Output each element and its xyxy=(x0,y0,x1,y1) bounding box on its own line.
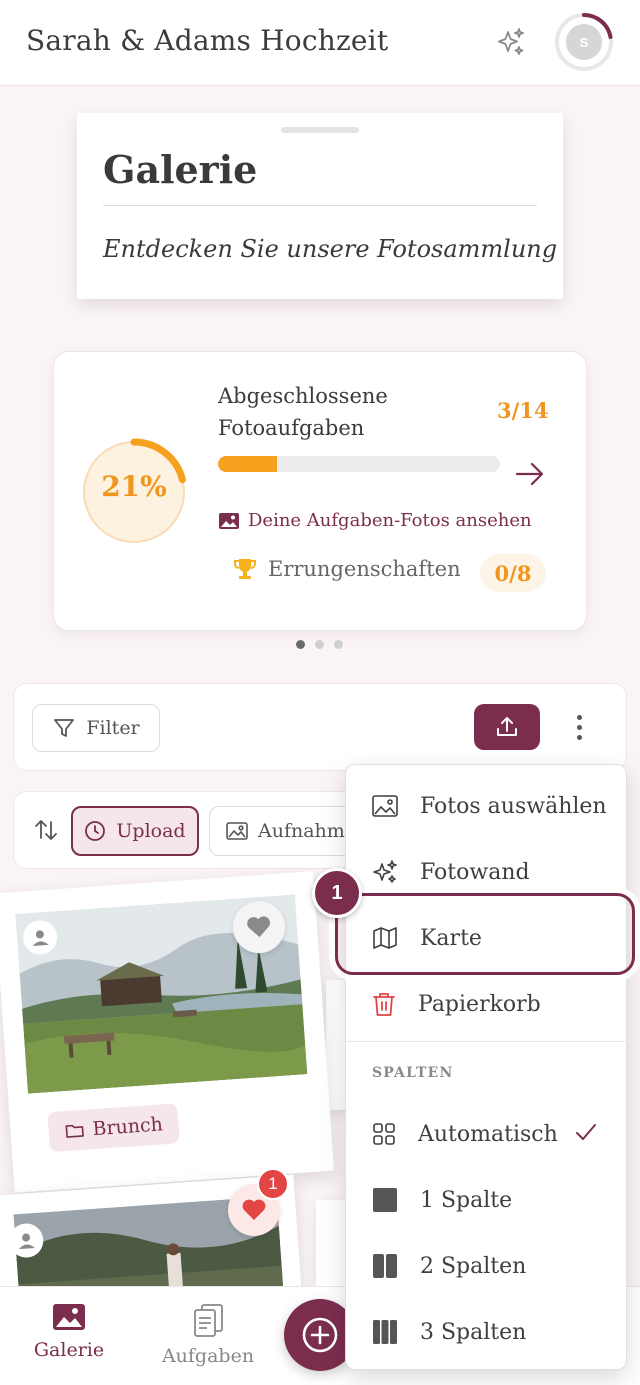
page-title: Galerie xyxy=(103,147,258,192)
upload-icon xyxy=(497,717,517,736)
image-icon xyxy=(219,512,239,529)
nav-tasks-label: Aufgaben xyxy=(161,1345,255,1367)
page-subtitle: Entdecken Sie unsere Fotosammlung xyxy=(103,235,558,263)
user-icon xyxy=(18,1233,35,1250)
carousel-dot[interactable] xyxy=(296,640,305,649)
view-link-label: Deine Aufgaben-Fotos ansehen xyxy=(248,510,532,531)
achievements-label: Errungenschaften xyxy=(268,557,461,581)
sort-capture-label: Aufnahme xyxy=(258,820,357,842)
avatar[interactable]: S xyxy=(564,22,604,62)
sort-icon[interactable] xyxy=(32,816,60,844)
sparkle-icon[interactable] xyxy=(494,26,528,60)
grid-icon xyxy=(373,1123,395,1145)
nav-gallery-label: Galerie xyxy=(33,1339,105,1361)
gallery-header-card: Galerie Entdecken Sie unsere Fotosammlun… xyxy=(77,113,563,299)
carousel-dot[interactable] xyxy=(334,640,343,649)
check-icon xyxy=(576,1124,596,1140)
menu-item-label: 1 Spalte xyxy=(420,1187,513,1213)
tutorial-highlight xyxy=(335,893,635,975)
tasks-count: 3/14 xyxy=(497,398,549,423)
carousel-dots[interactable] xyxy=(296,640,343,649)
filter-icon xyxy=(54,719,75,737)
app-title: Sarah & Adams Hochzeit xyxy=(26,24,389,57)
achievements-row[interactable]: Errungenschaften xyxy=(232,556,461,582)
album-tag-label: Brunch xyxy=(91,1113,164,1141)
progress-percent: 21% xyxy=(101,470,167,503)
menu-item-label: 3 Spalten xyxy=(420,1319,527,1345)
trophy-icon xyxy=(234,559,256,579)
image-icon xyxy=(226,822,248,840)
kebab-dot xyxy=(576,714,582,720)
plus-circle-icon xyxy=(302,1317,338,1353)
filter-button[interactable]: Filter xyxy=(32,704,160,752)
heart-icon xyxy=(247,916,271,938)
achievements-count-badge: 0/8 xyxy=(480,554,546,592)
menu-item-two-columns[interactable]: 2 Spalten xyxy=(346,1233,628,1299)
two-columns-icon xyxy=(373,1254,397,1278)
menu-item-three-columns[interactable]: 3 Spalten xyxy=(346,1299,628,1365)
sparkle-icon xyxy=(373,860,397,883)
three-columns-icon xyxy=(373,1320,397,1344)
top-bar: Sarah & Adams Hochzeit S xyxy=(0,0,640,86)
heart-icon xyxy=(242,1199,266,1220)
menu-item-trash[interactable]: Papierkorb xyxy=(346,971,628,1037)
more-options-button[interactable] xyxy=(564,704,594,750)
menu-divider xyxy=(346,1041,628,1042)
drag-handle[interactable] xyxy=(281,127,359,133)
kebab-dot xyxy=(576,734,582,740)
task-progress-card[interactable]: 21% Abgeschlossene Fotoaufgaben 3/14 Dei… xyxy=(53,351,587,631)
filter-label: Filter xyxy=(86,717,140,739)
menu-item-label: Fotos auswählen xyxy=(420,793,607,819)
clipboard-icon xyxy=(194,1304,223,1337)
upload-button[interactable] xyxy=(474,704,540,750)
menu-item-columns-auto[interactable]: Automatisch xyxy=(346,1101,628,1167)
folder-icon xyxy=(65,1124,84,1138)
menu-item-label: Fotowand xyxy=(420,859,530,885)
trash-icon xyxy=(373,993,395,1016)
menu-item-label: Automatisch xyxy=(418,1121,558,1147)
sort-by-upload-chip[interactable]: Upload xyxy=(71,806,199,856)
view-task-photos-link[interactable]: Deine Aufgaben-Fotos ansehen xyxy=(218,510,532,531)
menu-item-label: 2 Spalten xyxy=(420,1253,527,1279)
image-icon xyxy=(372,795,398,817)
nav-gallery[interactable]: Galerie xyxy=(9,1303,129,1361)
options-menu: Fotos auswählen Fotowand Karte Papierkor… xyxy=(345,764,628,1370)
user-icon xyxy=(32,930,49,946)
tasks-title: Abgeschlossene Fotoaufgaben xyxy=(218,384,388,440)
tutorial-step-badge: 1 xyxy=(312,868,362,918)
photo-image[interactable] xyxy=(15,894,308,1094)
divider xyxy=(103,205,537,206)
progress-bar-fill xyxy=(218,456,278,472)
carousel-dot[interactable] xyxy=(315,640,324,649)
kebab-dot xyxy=(576,724,582,730)
progress-bar xyxy=(218,456,500,472)
menu-item-one-column[interactable]: 1 Spalte xyxy=(346,1167,628,1233)
one-column-icon xyxy=(373,1188,397,1212)
nav-tasks[interactable]: Aufgaben xyxy=(148,1303,268,1367)
gallery-toolbar: Filter xyxy=(13,683,627,771)
photo-card[interactable]: Brunch xyxy=(0,871,335,1193)
image-icon xyxy=(53,1304,85,1330)
menu-item-label: Papierkorb xyxy=(418,991,541,1017)
arrow-right-icon[interactable] xyxy=(514,460,546,488)
clock-icon xyxy=(85,821,106,841)
sort-upload-label: Upload xyxy=(116,820,186,842)
menu-item-select-photos[interactable]: Fotos auswählen xyxy=(346,773,628,839)
columns-section-label: SPALTEN xyxy=(372,1065,454,1081)
album-tag[interactable]: Brunch xyxy=(47,1103,181,1153)
like-count-badge: 1 xyxy=(257,1168,289,1200)
